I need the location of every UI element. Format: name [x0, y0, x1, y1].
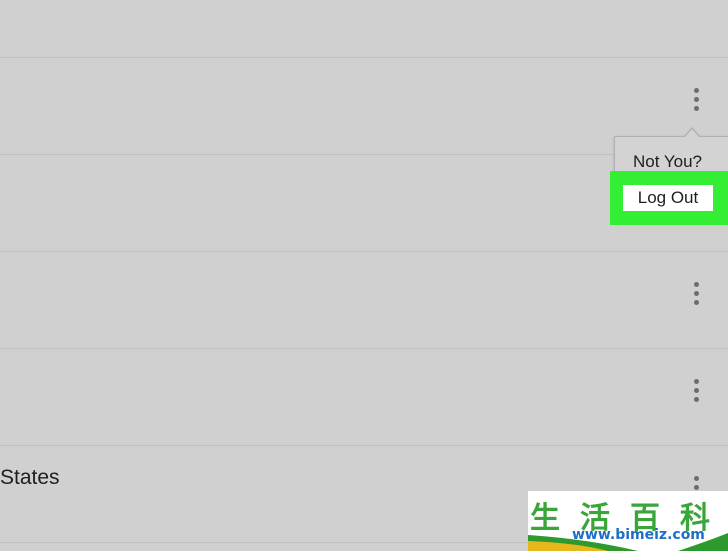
list-row-divider	[0, 57, 728, 58]
list-item-label: States	[0, 466, 60, 489]
more-vertical-icon[interactable]	[690, 282, 702, 310]
list-row-divider	[0, 348, 728, 349]
watermark-url: www.bimeiz.com	[572, 527, 705, 543]
more-vertical-icon[interactable]	[690, 88, 702, 116]
not-you-menu-item[interactable]: Not You?	[633, 152, 702, 172]
list-row-divider	[0, 251, 728, 252]
logout-menu-item[interactable]: Log Out	[623, 185, 713, 211]
popup-arrow-fill	[684, 129, 700, 138]
list-row-divider	[0, 445, 728, 446]
more-vertical-icon[interactable]	[690, 379, 702, 407]
watermark-logo: 生活百科 www.bimeiz.com	[528, 491, 728, 551]
